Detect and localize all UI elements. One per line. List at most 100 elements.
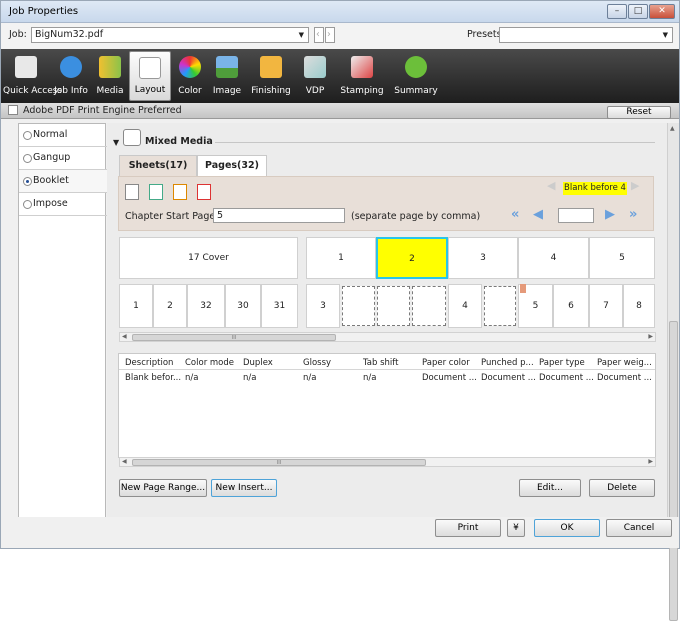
vertical-scroll-thumb[interactable] [669, 321, 678, 621]
mode-booklet[interactable]: Booklet [19, 170, 107, 193]
edit-page-icon[interactable] [173, 184, 187, 200]
sheet-cover[interactable]: 17 Cover [119, 237, 298, 279]
print-button[interactable]: Print [435, 519, 501, 537]
toolbar-vdp[interactable]: VDP [297, 51, 333, 101]
page-cell[interactable]: 7 [589, 284, 623, 328]
first-page-icon[interactable]: « [511, 207, 519, 222]
bookmark-icon [520, 284, 526, 293]
toolbar-media[interactable]: Media [93, 51, 127, 101]
column-header[interactable]: Duplex [243, 358, 273, 368]
page-cell[interactable]: 30 [225, 284, 261, 328]
column-header[interactable]: Punched p... [481, 358, 534, 368]
toolbar-layout[interactable]: Layout [129, 51, 171, 101]
cell-description: Blank befor... [125, 373, 182, 383]
page-cell-blank[interactable] [412, 286, 446, 326]
cancel-button[interactable]: Cancel [606, 519, 672, 537]
tab-sheets[interactable]: Sheets(17) [119, 155, 197, 177]
badge-prev-icon[interactable]: ◀ [547, 179, 555, 192]
cell-punched: Document ... [481, 373, 536, 383]
chevron-down-icon: ▼ [662, 31, 668, 39]
table-horizontal-scrollbar[interactable]: ◀ III ▶ [119, 457, 656, 467]
delete-page-icon[interactable] [197, 184, 211, 200]
presets-select[interactable]: ▼ [499, 27, 673, 43]
toolbar-label: Job Info [54, 86, 88, 96]
scroll-left-icon[interactable]: ◀ [122, 333, 127, 340]
column-header[interactable]: Tab shift [363, 358, 398, 368]
page-field[interactable] [558, 208, 594, 223]
table-row[interactable]: Blank befor... n/a n/a n/a n/a Document … [119, 370, 655, 385]
sheet-cell[interactable]: 1 [306, 237, 376, 279]
edit-button[interactable]: Edit... [519, 479, 581, 497]
new-insert-button[interactable]: New Insert... [211, 479, 277, 497]
minimize-button[interactable]: – [607, 4, 627, 19]
chapter-hint: (separate page by comma) [351, 211, 481, 222]
column-header[interactable]: Glossy [303, 358, 331, 368]
mode-gangup[interactable]: Gangup [19, 147, 107, 170]
column-header[interactable]: Color mode [185, 358, 234, 368]
toolbar-stamping[interactable]: Stamping [335, 51, 389, 101]
scroll-right-icon[interactable]: ▶ [648, 458, 653, 465]
delete-button[interactable]: Delete [589, 479, 655, 497]
page-cell[interactable]: 31 [261, 284, 298, 328]
page-cell[interactable]: 32 [187, 284, 225, 328]
page-cell-blank[interactable] [484, 286, 516, 326]
column-header[interactable]: Description [125, 358, 173, 368]
tab-pages[interactable]: Pages(32) [197, 155, 267, 177]
job-select[interactable]: BigNum32.pdf ▼ [31, 27, 309, 43]
column-header[interactable]: Paper type [539, 358, 585, 368]
chapter-input[interactable]: 5 [213, 208, 345, 223]
next-page-icon[interactable]: ▶ [605, 207, 615, 222]
toolbar-label: VDP [305, 86, 325, 96]
toolbar-job-info[interactable]: Job Info [51, 51, 91, 101]
sheet-cell-selected[interactable]: 2 [376, 237, 448, 279]
vertical-scrollbar[interactable]: ▲ ▼ [667, 123, 679, 621]
new-page-range-button[interactable]: New Page Range... [119, 479, 207, 497]
mode-normal[interactable]: Normal [19, 124, 107, 147]
mode-impose[interactable]: Impose [19, 193, 107, 216]
toolbar-finishing[interactable]: Finishing [247, 51, 295, 101]
prev-job-icon[interactable]: ‹ [314, 27, 324, 43]
toolbar-quick-access[interactable]: Quick Access [3, 51, 62, 101]
last-page-icon[interactable]: » [629, 207, 637, 222]
job-value: BigNum32.pdf [35, 29, 104, 40]
next-job-icon[interactable]: › [325, 27, 335, 43]
maximize-button[interactable]: □ [628, 4, 648, 19]
scroll-left-icon[interactable]: ◀ [122, 458, 127, 465]
close-button[interactable]: ✕ [649, 4, 675, 19]
finishing-icon [260, 56, 282, 78]
page-cell[interactable]: 6 [553, 284, 589, 328]
column-header[interactable]: Paper color [422, 358, 470, 368]
print-menu-chevron-icon[interactable]: ¥ [507, 519, 525, 537]
sheet-cell[interactable]: 3 [448, 237, 518, 279]
page-icon[interactable] [125, 184, 139, 200]
scroll-thumb[interactable]: III [132, 334, 336, 341]
page-cell-blank[interactable] [342, 286, 375, 326]
toolbar-color[interactable]: Color [173, 51, 207, 101]
page-cell-blank[interactable] [377, 286, 410, 326]
toolbar-summary[interactable]: Summary [391, 51, 441, 101]
mode-label: Normal [33, 129, 68, 140]
color-icon [179, 56, 201, 78]
badge-next-icon[interactable]: ▶ [631, 179, 639, 192]
page-cell[interactable]: 3 [306, 284, 340, 328]
scroll-right-icon[interactable]: ▶ [648, 333, 653, 340]
page-cell[interactable]: 1 [119, 284, 153, 328]
pages-horizontal-scrollbar[interactable]: ◀ III ▶ [119, 332, 656, 342]
page-cell[interactable]: 2 [153, 284, 187, 328]
ok-button[interactable]: OK [534, 519, 600, 537]
toolbar-label: Color [178, 86, 202, 96]
reset-button[interactable]: Reset [607, 106, 671, 119]
toolbar-image[interactable]: Image [209, 51, 245, 101]
collapse-toggle-icon[interactable]: ▼ [113, 138, 119, 147]
prev-page-icon[interactable]: ◀ [533, 207, 543, 222]
page-cell[interactable]: 8 [623, 284, 655, 328]
column-header[interactable]: Paper weig... [597, 358, 652, 368]
add-page-icon[interactable] [149, 184, 163, 200]
job-properties-window: Job Properties – □ ✕ Job: BigNum32.pdf ▼… [0, 0, 680, 621]
page-cell[interactable]: 4 [448, 284, 482, 328]
engine-checkbox[interactable] [8, 105, 18, 115]
sheet-cell[interactable]: 4 [518, 237, 589, 279]
scroll-thumb[interactable]: III [132, 459, 426, 466]
scroll-up-icon[interactable]: ▲ [670, 125, 675, 132]
sheet-cell[interactable]: 5 [589, 237, 655, 279]
